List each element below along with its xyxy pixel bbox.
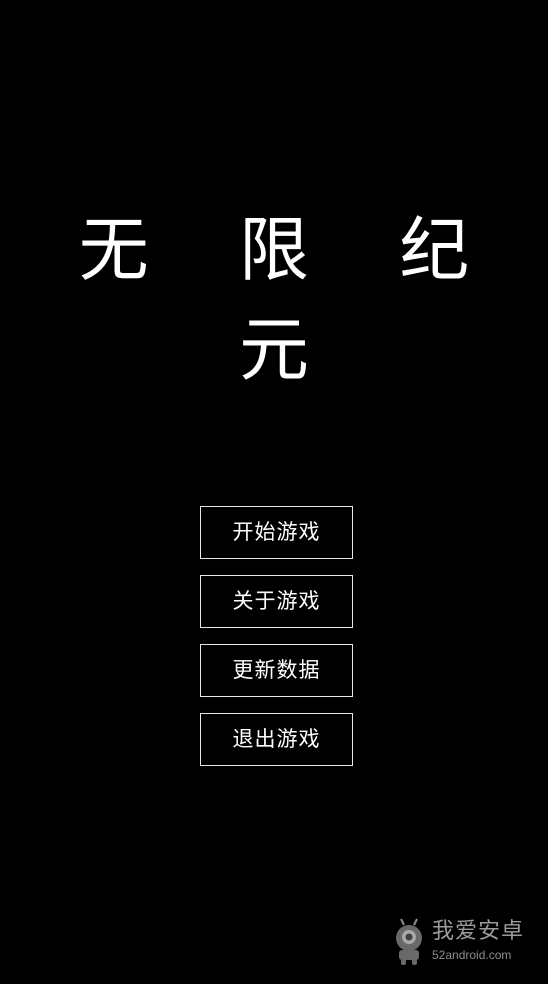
android-robot-icon xyxy=(396,918,422,965)
update-data-button[interactable]: 更新数据 xyxy=(200,644,353,697)
main-menu: 开始游戏 关于游戏 更新数据 退出游戏 xyxy=(200,506,353,782)
exit-game-button[interactable]: 退出游戏 xyxy=(200,713,353,766)
game-title: 无 限 纪 元 xyxy=(78,209,504,391)
watermark-brand: 我爱安卓 xyxy=(432,919,525,944)
watermark: 我爱安卓 52android.com xyxy=(388,914,538,970)
about-game-button[interactable]: 关于游戏 xyxy=(200,575,353,628)
watermark-url: 52android.com xyxy=(432,948,512,962)
start-game-button[interactable]: 开始游戏 xyxy=(200,506,353,559)
game-screen: 无 限 纪 元 开始游戏 关于游戏 更新数据 退出游戏 我爱安卓 52andro… xyxy=(0,0,548,984)
